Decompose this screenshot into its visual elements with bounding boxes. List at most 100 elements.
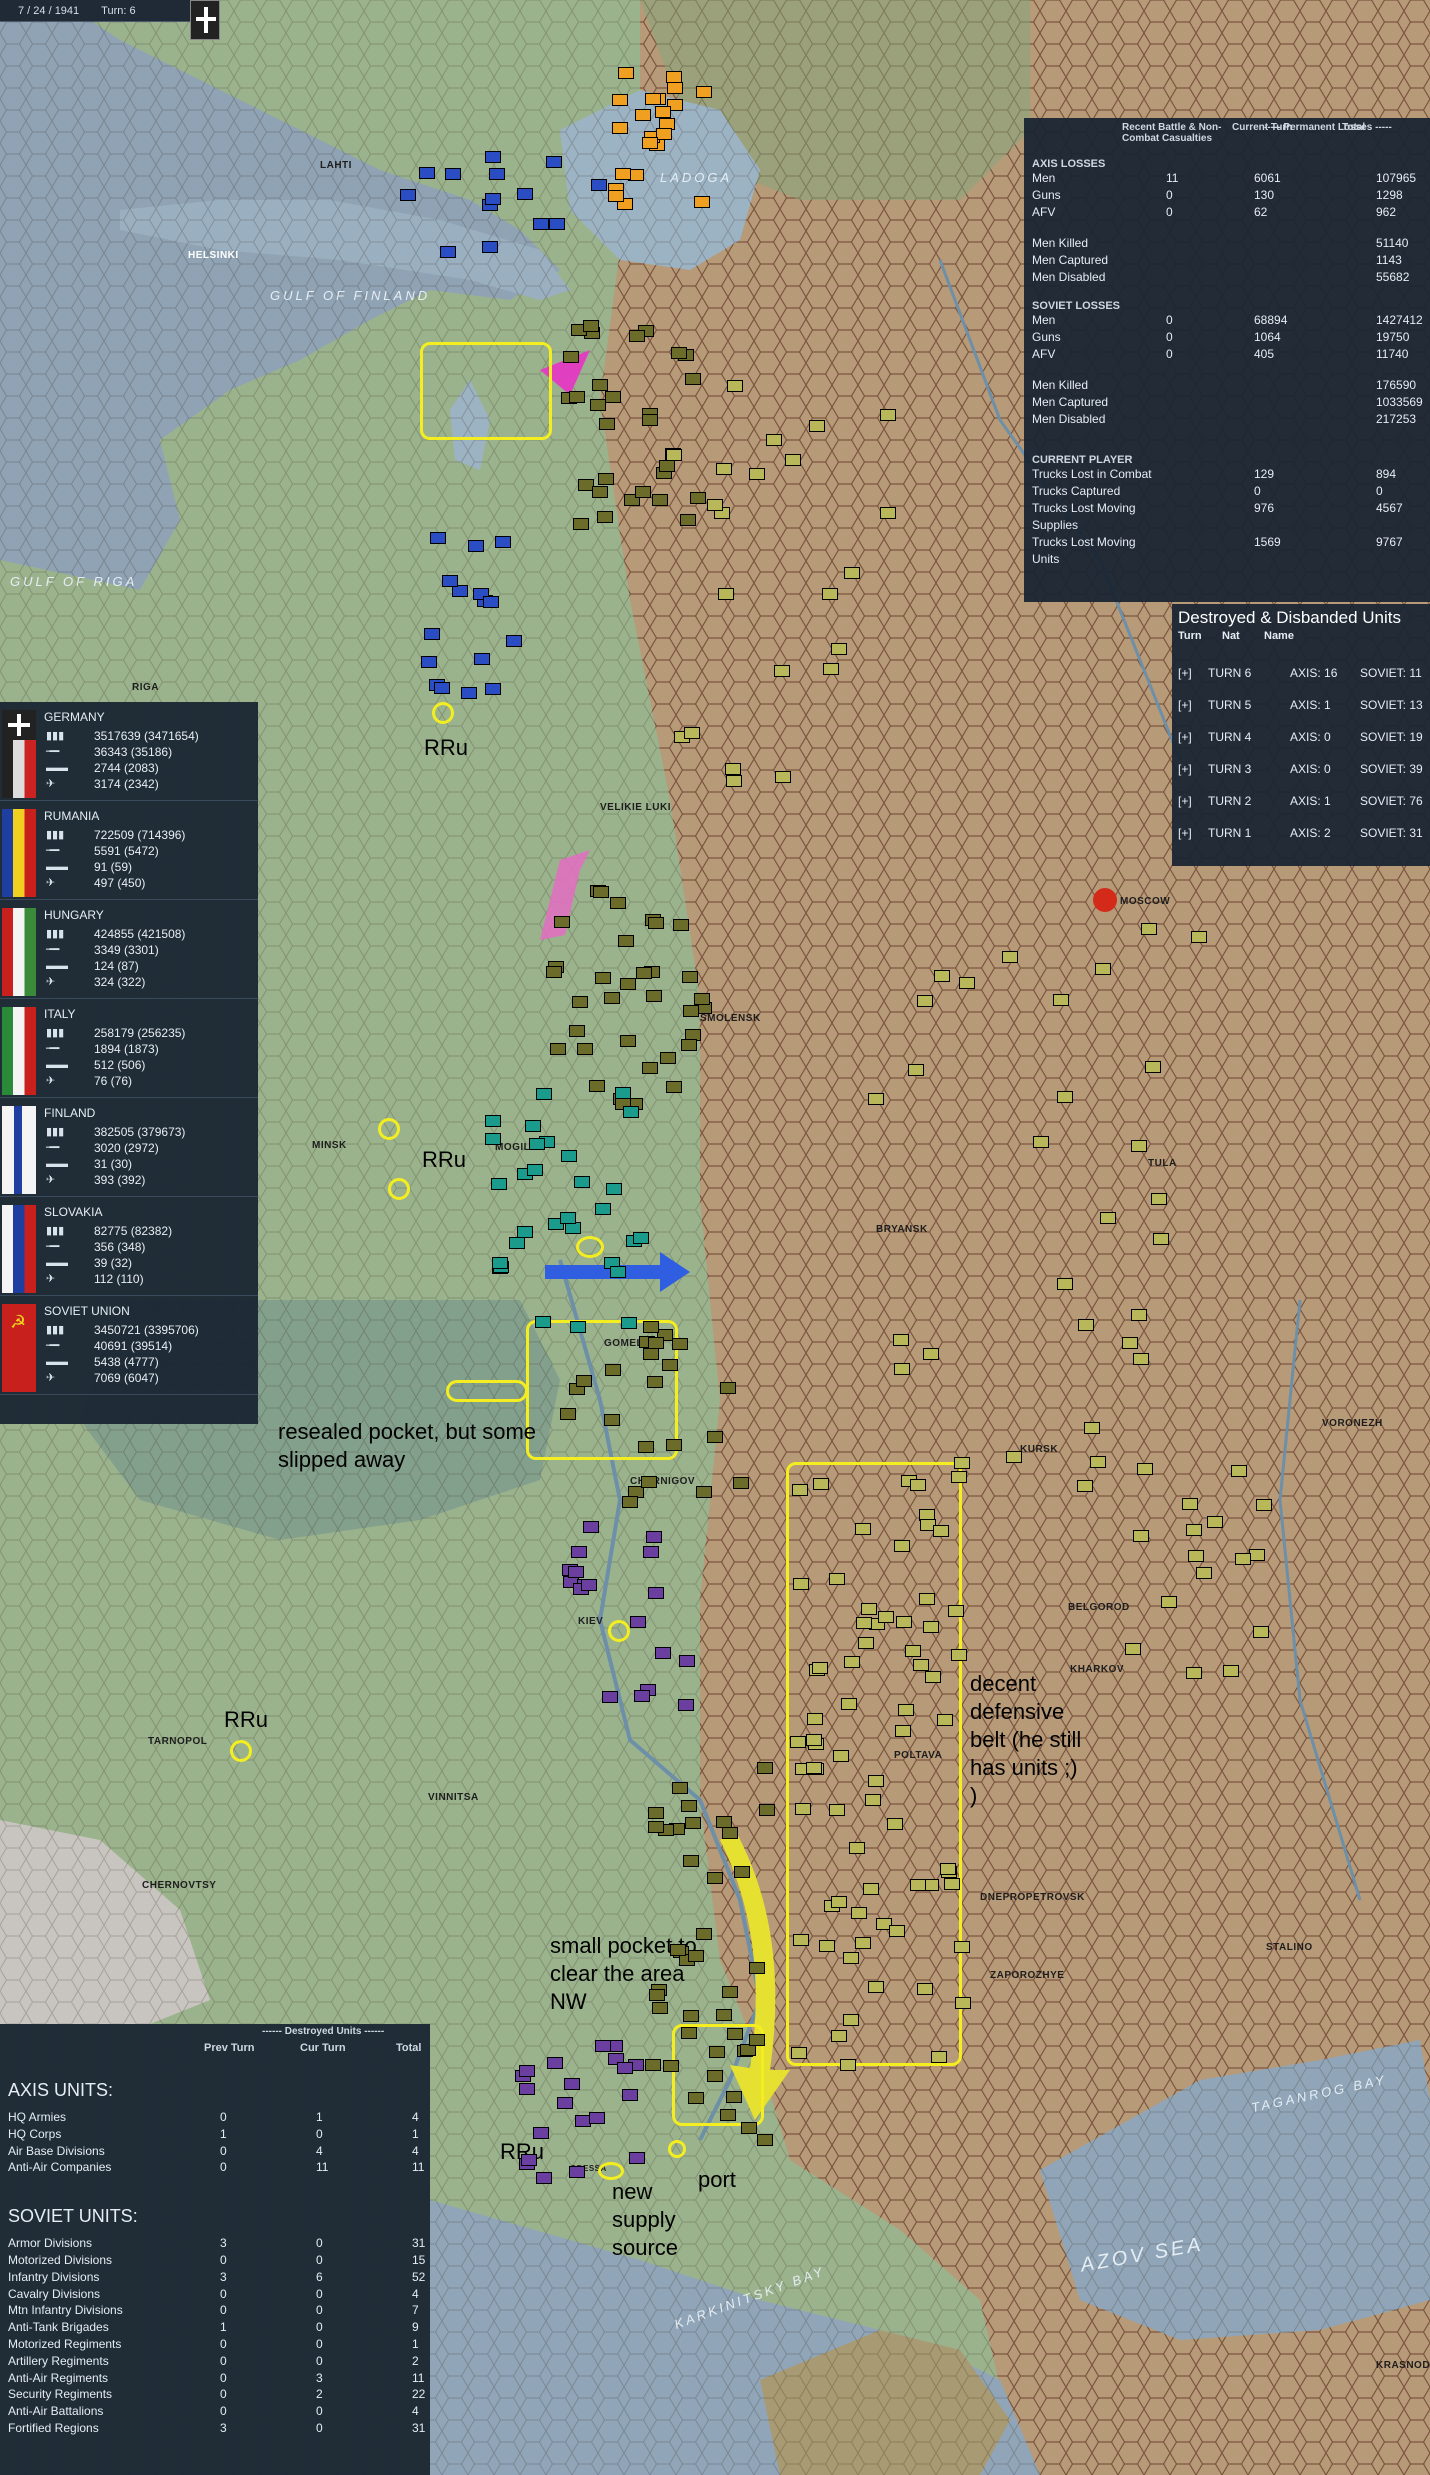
unit-counter[interactable]: [536, 1088, 552, 1100]
unit-counter[interactable]: [919, 1593, 935, 1605]
unit-counter[interactable]: [716, 463, 732, 475]
unit-counter[interactable]: [424, 628, 440, 640]
unit-counter[interactable]: [843, 2014, 859, 2026]
unit-counter[interactable]: [718, 588, 734, 600]
unit-counter[interactable]: [917, 995, 933, 1007]
unit-counter[interactable]: [630, 1616, 646, 1628]
unit-counter[interactable]: [1231, 1465, 1247, 1477]
unit-counter[interactable]: [434, 682, 450, 694]
unit-counter[interactable]: [468, 540, 484, 552]
unit-counter[interactable]: [641, 1476, 657, 1488]
unit-counter[interactable]: [908, 1064, 924, 1076]
unit-counter[interactable]: [525, 1120, 541, 1132]
unit-counter[interactable]: [623, 1106, 639, 1118]
unit-counter[interactable]: [683, 1005, 699, 1017]
unit-counter[interactable]: [642, 137, 658, 149]
unit-counter[interactable]: [913, 1659, 929, 1671]
unit-counter[interactable]: [595, 2040, 611, 2052]
expand-toggle[interactable]: [+]: [1178, 762, 1208, 776]
nation-finland[interactable]: FINLAND ▮▮▮ 382505 (379673) ╼━ 3020 (2972) ▬▬…: [0, 1098, 258, 1197]
unit-counter[interactable]: [671, 347, 687, 359]
unit-counter[interactable]: [1191, 931, 1207, 943]
unit-counter[interactable]: [933, 1525, 949, 1537]
unit-counter[interactable]: [681, 1039, 697, 1051]
unit-counter[interactable]: [667, 82, 683, 94]
unit-counter[interactable]: [643, 1348, 659, 1360]
unit-counter[interactable]: [822, 588, 838, 600]
unit-counter[interactable]: [495, 536, 511, 548]
unit-counter[interactable]: [925, 1671, 941, 1683]
unit-counter[interactable]: [557, 2097, 573, 2109]
unit-counter[interactable]: [577, 1043, 593, 1055]
unit-counter[interactable]: [841, 1698, 857, 1710]
unit-counter[interactable]: [599, 418, 615, 430]
unit-counter[interactable]: [598, 473, 614, 485]
unit-counter[interactable]: [681, 2027, 697, 2039]
unit-counter[interactable]: [722, 1986, 738, 1998]
unit-counter[interactable]: [685, 1817, 701, 1829]
unit-counter[interactable]: [1122, 1337, 1138, 1349]
unit-counter[interactable]: [690, 492, 706, 504]
unit-counter[interactable]: [569, 391, 585, 403]
unit-counter[interactable]: [621, 1317, 637, 1329]
unit-counter[interactable]: [597, 511, 613, 523]
unit-counter[interactable]: [535, 1316, 551, 1328]
unit-counter[interactable]: [809, 420, 825, 432]
current-side-flag[interactable]: [190, 0, 220, 40]
unit-counter[interactable]: [646, 990, 662, 1002]
unit-counter[interactable]: [679, 1655, 695, 1667]
unit-counter[interactable]: [1131, 1309, 1147, 1321]
unit-counter[interactable]: [1196, 1567, 1212, 1579]
unit-counter[interactable]: [568, 1566, 584, 1578]
unit-counter[interactable]: [615, 1087, 631, 1099]
unit-counter[interactable]: [793, 1578, 809, 1590]
unit-counter[interactable]: [694, 993, 710, 1005]
unit-counter[interactable]: [726, 775, 742, 787]
unit-counter[interactable]: [774, 665, 790, 677]
unit-counter[interactable]: [574, 1176, 590, 1188]
unit-counter[interactable]: [648, 1807, 664, 1819]
unit-counter[interactable]: [792, 1484, 808, 1496]
unit-counter[interactable]: [684, 727, 700, 739]
unit-counter[interactable]: [1084, 1422, 1100, 1434]
unit-counter[interactable]: [533, 2127, 549, 2139]
unit-counter[interactable]: [716, 2009, 732, 2021]
unit-counter[interactable]: [1182, 1498, 1198, 1510]
unit-counter[interactable]: [709, 2046, 725, 2058]
unit-counter[interactable]: [485, 1133, 501, 1145]
unit-counter[interactable]: [1253, 1626, 1269, 1638]
unit-counter[interactable]: [1186, 1667, 1202, 1679]
unit-counter[interactable]: [591, 179, 607, 191]
unit-counter[interactable]: [573, 518, 589, 530]
unit-counter[interactable]: [547, 2057, 563, 2069]
unit-counter[interactable]: [442, 575, 458, 587]
unit-counter[interactable]: [1090, 1456, 1106, 1468]
unit-counter[interactable]: [643, 1546, 659, 1558]
unit-counter[interactable]: [833, 1750, 849, 1762]
unit-counter[interactable]: [491, 1178, 507, 1190]
unit-counter[interactable]: [647, 1376, 663, 1388]
unit-counter[interactable]: [660, 1052, 676, 1064]
unit-counter[interactable]: [1053, 994, 1069, 1006]
unit-counter[interactable]: [696, 1928, 712, 1940]
unit-counter[interactable]: [1207, 1516, 1223, 1528]
unit-counter[interactable]: [646, 1531, 662, 1543]
unit-counter[interactable]: [865, 1794, 881, 1806]
unit-counter[interactable]: [581, 1579, 597, 1591]
unit-counter[interactable]: [775, 771, 791, 783]
unit-counter[interactable]: [549, 218, 565, 230]
unit-counter[interactable]: [849, 1842, 865, 1854]
unit-counter[interactable]: [666, 449, 682, 461]
disband-row[interactable]: [+] TURN 6 AXIS: 16 SOVIET: 11: [1178, 666, 1424, 680]
unit-counter[interactable]: [672, 1338, 688, 1350]
unit-counter[interactable]: [652, 494, 668, 506]
unit-counter[interactable]: [894, 1363, 910, 1375]
unit-counter[interactable]: [629, 2152, 645, 2164]
expand-toggle[interactable]: [+]: [1178, 794, 1208, 808]
unit-counter[interactable]: [887, 1818, 903, 1830]
unit-counter[interactable]: [844, 1656, 860, 1668]
unit-counter[interactable]: [672, 1782, 688, 1794]
unit-counter[interactable]: [1151, 1193, 1167, 1205]
unit-counter[interactable]: [683, 2010, 699, 2022]
unit-counter[interactable]: [652, 2002, 668, 2014]
